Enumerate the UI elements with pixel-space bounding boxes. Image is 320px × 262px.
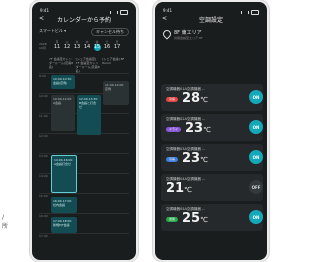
temperature-value: 23: [182, 151, 201, 166]
day-cell-selected[interactable]: 金 15: [93, 40, 101, 54]
mode-badge: 送風: [166, 217, 179, 222]
power-toggle[interactable]: ON: [249, 120, 263, 134]
power-toggle[interactable]: ON: [249, 90, 263, 104]
temperature: 21℃: [166, 182, 192, 197]
power-toggle[interactable]: OFF: [249, 180, 263, 194]
page-edge-text: / 所: [2, 214, 9, 230]
ac-unit-card[interactable]: 空調機器01A空調機器 ... 冷房 28℃ ON: [161, 84, 263, 111]
year-month-label: 2026 10月: [39, 42, 47, 50]
temperature-unit: ℃: [203, 126, 211, 134]
mode-badge: 冷房: [166, 97, 179, 102]
temperature-value: 28: [182, 91, 201, 106]
day-number: 11: [53, 44, 61, 50]
room-columns: 7F 会議室カレンダールーム(定員8名) [シェア会議室] 7F 会議室カレンダ…: [39, 57, 129, 73]
temperature: 28℃: [182, 92, 208, 107]
day-number: 13: [73, 44, 81, 50]
event-block[interactable]: 11:00-12:00 定例: [103, 81, 129, 105]
event-block[interactable]: 10:00-10:30 会議(定例): [51, 75, 75, 89]
temperature-value: 23: [185, 121, 204, 136]
mode-badge: ドライ: [166, 127, 182, 132]
signal-icon: [110, 10, 118, 14]
location-pin-icon: [161, 28, 173, 40]
day-number: 16: [103, 44, 111, 50]
ac-unit-card[interactable]: 空調機器02A空調機器 ... ドライ 23℃ ON: [161, 114, 263, 141]
room-label: 7F 会議室カレンダールーム(定員8名): [49, 57, 73, 69]
day-number: 14: [83, 44, 91, 50]
time-label: 13:00: [39, 154, 48, 158]
time-label: 16:00: [39, 214, 48, 218]
waitlist-button[interactable]: キャンセル待ち: [91, 28, 129, 36]
temperature-unit: ℃: [184, 186, 192, 194]
time-label: 11:00: [39, 114, 48, 118]
temperature-value: 21: [166, 181, 185, 196]
temperature-value: 25: [182, 211, 201, 226]
building-select[interactable]: スマートビル ▾: [39, 28, 66, 36]
day-cell[interactable]: 水 13: [73, 40, 81, 54]
schedule-grid[interactable]: 9:00 10:00 11:00 12:00 13:00 14:00 15:00…: [39, 73, 129, 252]
event-block[interactable]: 16:00-17:00 社内会議: [51, 197, 77, 213]
time-label: 9:00: [39, 74, 46, 78]
mode-badge: 冷房: [166, 157, 179, 162]
page-title: カレンダーから予約: [56, 17, 111, 24]
temperature-unit: ℃: [200, 216, 208, 224]
event-block[interactable]: 17:00-18:00 新規PJT会議: [51, 217, 77, 233]
time-label: 15:00: [39, 194, 48, 198]
page-title: 空調設定: [198, 17, 223, 24]
power-toggle[interactable]: ON: [249, 210, 263, 224]
temperature: 23℃: [185, 122, 211, 137]
room-label: [シェア会議室] 7F 会議室カレンダールーム(定員8名): [75, 57, 100, 73]
time-label: 17:00: [39, 234, 48, 238]
room-label: [シェア会議] 8F Room: [102, 57, 125, 65]
event-block[interactable]: 10:00-12:00 A会議: [51, 95, 75, 131]
calendar-toolbar: スマートビル ▾ キャンセル待ち: [39, 28, 129, 36]
date-strip: 2026 10月 月 11 火 12 水 13 木 14 金 15 土 16 日 17: [39, 40, 129, 54]
day-number: 15: [93, 44, 101, 51]
day-cell[interactable]: 木 14: [83, 40, 91, 54]
event-block[interactable]: 12:00-13:30 B会議と打合せ: [77, 95, 101, 135]
signal-icon: [241, 10, 249, 14]
day-cell[interactable]: 日 17: [113, 40, 121, 54]
calendar-phone: 9:41 < カレンダーから予約 スマートビル ▾ キャンセル待ち 2026 1…: [30, 0, 138, 262]
location-name: 8F 東エリア: [174, 30, 202, 36]
ac-unit-card[interactable]: 空調機器03A空調機器 ... 冷房 23℃ ON: [161, 144, 263, 171]
ac-unit-card[interactable]: 空調機器05A空調機器 ... 送風 25℃ ON: [161, 204, 263, 231]
temperature: 23℃: [182, 152, 208, 167]
time-label: 12:00: [39, 134, 48, 138]
day-cell[interactable]: 月 11: [53, 40, 61, 54]
day-cell[interactable]: 火 12: [63, 40, 71, 54]
day-number: 17: [113, 44, 121, 50]
battery-icon: [120, 9, 128, 15]
event-block-selected[interactable]: 14:00-16:00 A会議打合せ: [51, 155, 77, 193]
location-selector[interactable]: 8F 東エリア 共用会議室エリア 8F: [161, 28, 259, 40]
day-cell[interactable]: 土 16: [103, 40, 111, 54]
temperature-unit: ℃: [200, 156, 208, 164]
temperature: 25℃: [182, 212, 208, 227]
time-label: 10:00: [39, 94, 48, 98]
day-number: 12: [63, 44, 71, 50]
location-sub: 共用会議室エリア 8F: [174, 36, 203, 40]
temperature-unit: ℃: [200, 96, 208, 104]
ac-settings-phone: 9:41 < 空調設定 8F 東エリア 共用会議室エリア 8F 空調機器01A空…: [153, 0, 269, 262]
power-toggle[interactable]: ON: [249, 150, 263, 164]
time-label: 14:00: [39, 174, 48, 178]
ac-unit-card[interactable]: 空調機器04A空調機器 ... 21℃ OFF: [161, 174, 263, 201]
battery-icon: [251, 9, 259, 15]
